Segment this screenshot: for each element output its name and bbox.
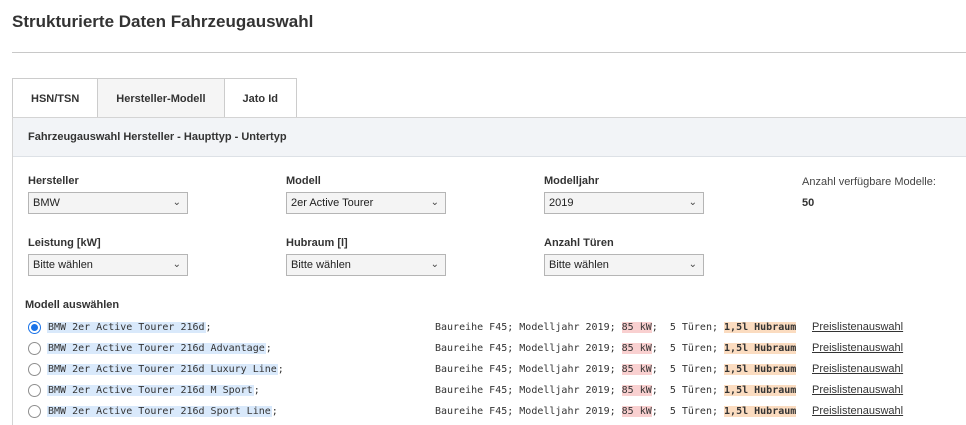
model-name: BMW 2er Active Tourer 216d Advantage; xyxy=(47,343,272,354)
model-name-text: BMW 2er Active Tourer 216d Advantage xyxy=(47,343,266,354)
hersteller-select[interactable]: BMW ⌄ xyxy=(28,192,188,214)
baureihe-text: Baureihe F45; Modelljahr 2019; xyxy=(435,322,616,333)
model-radio[interactable] xyxy=(28,342,41,355)
tueren-value: Bitte wählen xyxy=(549,259,609,271)
chevron-down-icon: ⌄ xyxy=(688,259,697,270)
tueren-text: 5 Türen; xyxy=(669,343,718,354)
hubraum-text: 1,5l Hubraum xyxy=(724,343,797,354)
list-item[interactable]: BMW 2er Active Tourer 216d M Sport; Baur… xyxy=(28,381,966,401)
chevron-down-icon: ⌄ xyxy=(172,197,181,208)
list-item[interactable]: BMW 2er Active Tourer 216d Luxury Line; … xyxy=(28,360,966,380)
tab-hersteller-modell[interactable]: Hersteller-Modell xyxy=(98,78,225,117)
tueren-text: 5 Türen; xyxy=(669,322,718,333)
price-list-link[interactable]: Preislistenauswahl xyxy=(812,384,903,396)
list-item[interactable]: BMW 2er Active Tourer 216d; Baureihe F45… xyxy=(28,318,966,338)
hubraum-text: 1,5l Hubraum xyxy=(724,364,797,375)
title-divider xyxy=(12,52,966,53)
chevron-down-icon: ⌄ xyxy=(688,197,697,208)
tueren-select[interactable]: Bitte wählen ⌄ xyxy=(544,254,704,276)
vehicle-selection-panel: Fahrzeugauswahl Hersteller - Haupttyp - … xyxy=(12,117,966,425)
hubraum-text: 1,5l Hubraum xyxy=(724,322,797,333)
modelljahr-label: Modelljahr xyxy=(544,175,600,187)
kw-text: 85 kW xyxy=(621,406,652,417)
model-name: BMW 2er Active Tourer 216d Luxury Line; xyxy=(47,364,284,375)
hubraum-text: 1,5l Hubraum xyxy=(724,385,797,396)
chevron-down-icon: ⌄ xyxy=(430,259,439,270)
modell-select[interactable]: 2er Active Tourer ⌄ xyxy=(286,192,446,214)
kw-text: 85 kW xyxy=(621,343,652,354)
tab-jato-id[interactable]: Jato Id xyxy=(224,78,297,117)
tueren-text: 5 Türen; xyxy=(669,385,718,396)
kw-text: 85 kW xyxy=(621,385,652,396)
modelljahr-value: 2019 xyxy=(549,197,574,209)
tueren-text: 5 Türen; xyxy=(669,406,718,417)
list-item[interactable]: BMW 2er Active Tourer 216d Advantage; Ba… xyxy=(28,339,966,359)
model-name: BMW 2er Active Tourer 216d M Sport; xyxy=(47,385,260,396)
leistung-value: Bitte wählen xyxy=(33,259,93,271)
model-radio[interactable] xyxy=(28,321,41,334)
baureihe-text: Baureihe F45; Modelljahr 2019; xyxy=(435,406,616,417)
available-models-label: Anzahl verfügbare Modelle: xyxy=(802,176,936,188)
hersteller-label: Hersteller xyxy=(28,175,79,187)
price-list-link[interactable]: Preislistenauswahl xyxy=(812,363,903,375)
available-models-count: 50 xyxy=(802,197,815,209)
hersteller-value: BMW xyxy=(33,197,60,209)
baureihe-text: Baureihe F45; Modelljahr 2019; xyxy=(435,364,616,375)
kw-text: 85 kW xyxy=(621,364,652,375)
baureihe-text: Baureihe F45; Modelljahr 2019; xyxy=(435,343,616,354)
kw-text: 85 kW xyxy=(621,322,652,333)
hubraum-value: Bitte wählen xyxy=(291,259,351,271)
hubraum-label: Hubraum [l] xyxy=(286,237,348,249)
model-name-text: BMW 2er Active Tourer 216d Luxury Line xyxy=(47,364,278,375)
model-details: Baureihe F45; Modelljahr 2019; 85 kW; 5 … xyxy=(435,322,797,333)
chevron-down-icon: ⌄ xyxy=(430,197,439,208)
tab-bar: HSN/TSN Hersteller-Modell Jato Id xyxy=(12,78,297,118)
hubraum-select[interactable]: Bitte wählen ⌄ xyxy=(286,254,446,276)
tueren-text: 5 Türen; xyxy=(669,364,718,375)
model-details: Baureihe F45; Modelljahr 2019; 85 kW; 5 … xyxy=(435,364,797,375)
tueren-label: Anzahl Türen xyxy=(544,237,614,249)
price-list-link[interactable]: Preislistenauswahl xyxy=(812,321,903,333)
model-name-text: BMW 2er Active Tourer 216d Sport Line xyxy=(47,406,272,417)
modell-label: Modell xyxy=(286,175,321,187)
leistung-select[interactable]: Bitte wählen ⌄ xyxy=(28,254,188,276)
price-list-link[interactable]: Preislistenauswahl xyxy=(812,342,903,354)
model-radio[interactable] xyxy=(28,384,41,397)
price-list-link[interactable]: Preislistenauswahl xyxy=(812,405,903,417)
page-title: Strukturierte Daten Fahrzeugauswahl xyxy=(12,12,314,31)
modell-value: 2er Active Tourer xyxy=(291,197,374,209)
panel-header: Fahrzeugauswahl Hersteller - Haupttyp - … xyxy=(13,118,966,157)
model-radio[interactable] xyxy=(28,405,41,418)
list-item[interactable]: BMW 2er Active Tourer 216d Sport Line; B… xyxy=(28,402,966,422)
model-radio[interactable] xyxy=(28,363,41,376)
baureihe-text: Baureihe F45; Modelljahr 2019; xyxy=(435,385,616,396)
chevron-down-icon: ⌄ xyxy=(172,259,181,270)
model-details: Baureihe F45; Modelljahr 2019; 85 kW; 5 … xyxy=(435,385,797,396)
hubraum-text: 1,5l Hubraum xyxy=(724,406,797,417)
model-select-label: Modell auswählen xyxy=(25,299,120,311)
model-details: Baureihe F45; Modelljahr 2019; 85 kW; 5 … xyxy=(435,406,797,417)
model-name-text: BMW 2er Active Tourer 216d M Sport xyxy=(47,385,254,396)
model-details: Baureihe F45; Modelljahr 2019; 85 kW; 5 … xyxy=(435,343,797,354)
modelljahr-select[interactable]: 2019 ⌄ xyxy=(544,192,704,214)
model-name: BMW 2er Active Tourer 216d Sport Line; xyxy=(47,406,278,417)
model-name-text: BMW 2er Active Tourer 216d xyxy=(47,322,206,333)
tab-hsn-tsn[interactable]: HSN/TSN xyxy=(12,78,99,118)
model-name: BMW 2er Active Tourer 216d; xyxy=(47,322,212,333)
leistung-label: Leistung [kW] xyxy=(28,237,101,249)
